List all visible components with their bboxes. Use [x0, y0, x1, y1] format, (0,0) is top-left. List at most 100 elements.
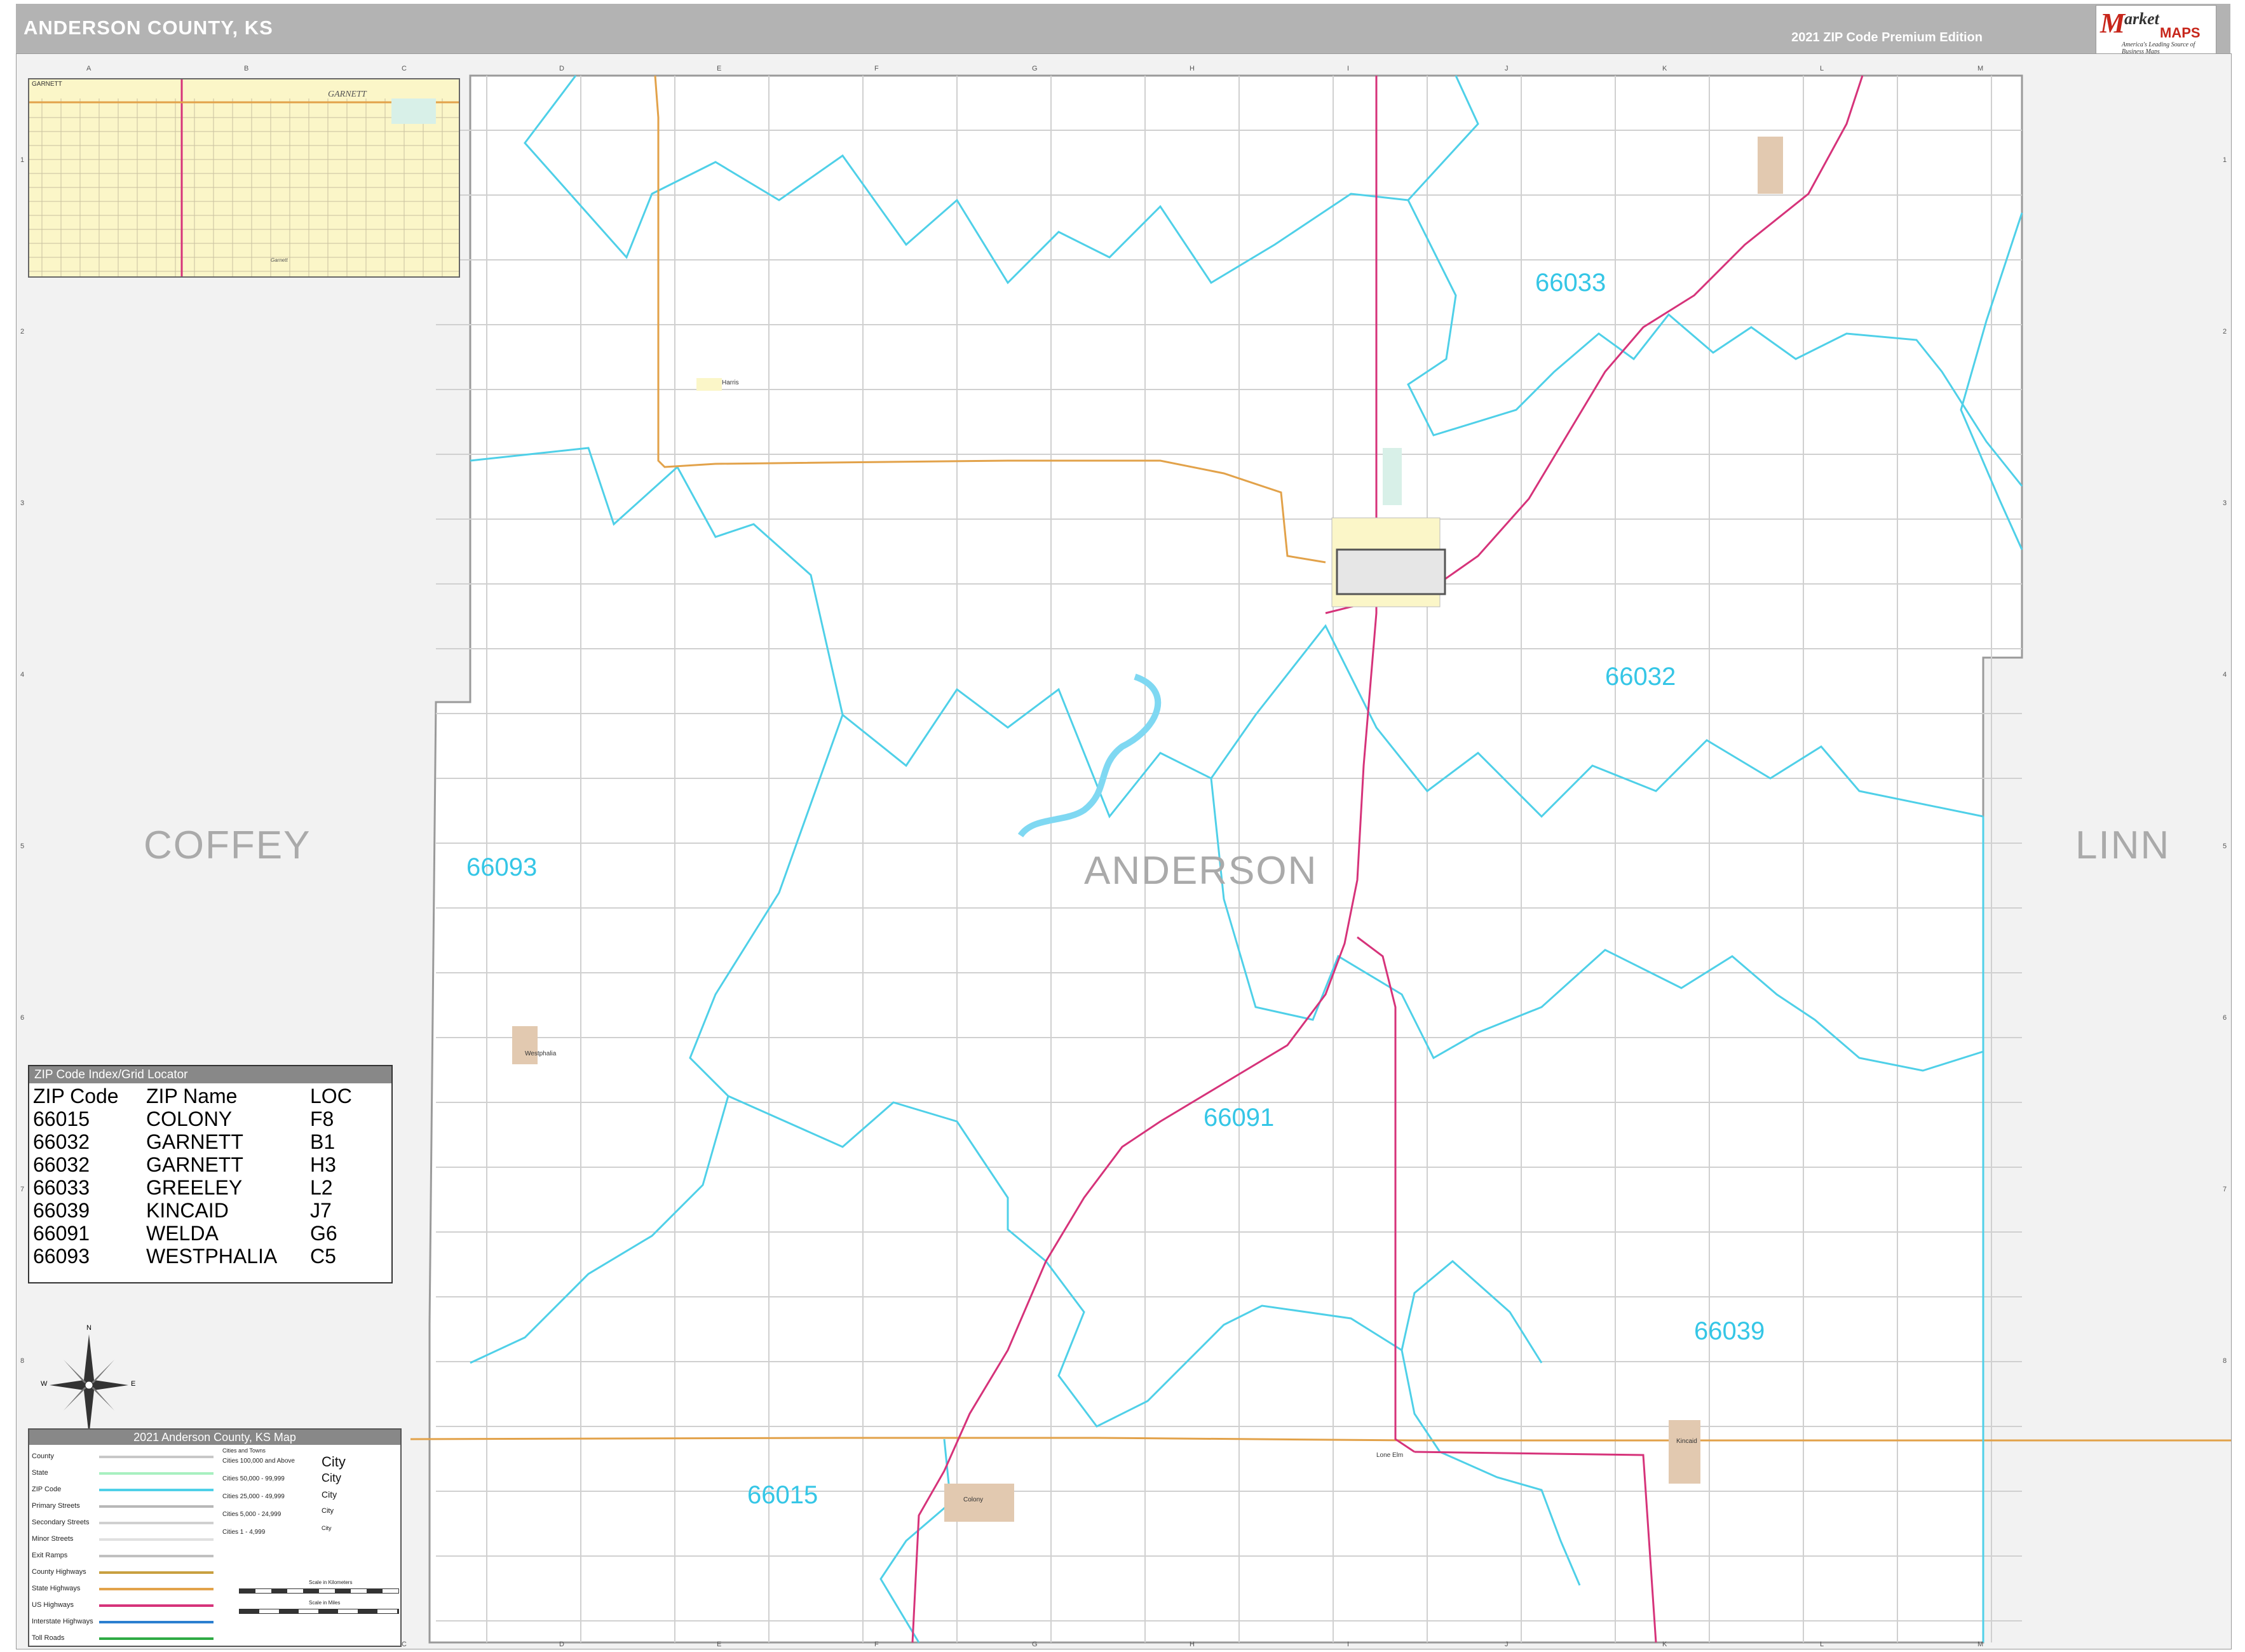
zip-index-header-name: ZIP Name: [146, 1085, 238, 1107]
grid-row-label: 4: [2223, 671, 2227, 679]
grid-row-label: 6: [20, 1014, 24, 1022]
zip-label-66091: 66091: [1204, 1104, 1275, 1132]
grid-col-label: J: [1505, 1641, 1509, 1648]
zip-code-cell: 66039: [33, 1199, 90, 1222]
county-label-coffey: COFFEY: [144, 823, 311, 867]
legend-city-sample: City: [322, 1489, 337, 1500]
town-label-kincaid: Kincaid: [1676, 1438, 1697, 1445]
zip-name-cell: COLONY: [146, 1107, 233, 1130]
grid-row-label: 3: [20, 499, 24, 507]
grid-row-label: 2: [20, 328, 24, 335]
zip-index-row: 66093 WESTPHALIA C5: [31, 1245, 355, 1268]
grid-col-label: I: [1347, 65, 1349, 72]
grid-col-label: K: [1662, 65, 1667, 72]
grid-row-label: 5: [20, 843, 24, 850]
compass-w: W: [41, 1380, 48, 1388]
grid-row-label: 1: [2223, 156, 2227, 164]
zip-index-header-loc: LOC: [310, 1085, 352, 1107]
legend-item-label: County: [32, 1452, 54, 1460]
legend-item-label: Exit Ramps: [32, 1552, 68, 1559]
zip-label-66093: 66093: [466, 853, 538, 881]
lake-garnett: [1383, 448, 1402, 505]
legend-city-size: Cities 50,000 - 99,999: [222, 1475, 285, 1482]
legend-city-size: Cities 25,000 - 49,999: [222, 1493, 285, 1500]
grid-col-label: F: [874, 1641, 879, 1648]
zip-code-cell: 66032: [33, 1130, 90, 1153]
legend-city-sample: City: [322, 1472, 341, 1484]
legend-item-swatch: [99, 1555, 214, 1557]
grid-row-label: 4: [20, 671, 24, 679]
grid-col-label: D: [559, 1641, 564, 1648]
legend-city-sample: City: [322, 1525, 332, 1531]
compass-rose: N S E W: [41, 1324, 136, 1445]
compass-n: N: [86, 1324, 92, 1332]
garnett-inset-map[interactable]: GARNETT GARNETT Garnett: [28, 78, 460, 278]
zip-loc-cell: G6: [310, 1222, 337, 1245]
zip-name-cell: KINCAID: [146, 1199, 229, 1222]
zip-index-grid: ZIP Code ZIP Name LOC 66015 COLONY F8 66032…: [31, 1085, 355, 1268]
legend-item-swatch: [99, 1571, 214, 1574]
town-label-lone-elm: Lone Elm: [1376, 1452, 1404, 1459]
legend-item-swatch: [99, 1522, 214, 1524]
legend-item-swatch: [99, 1588, 214, 1590]
legend-city-sample: City: [322, 1507, 334, 1515]
grid-row-label: 2: [2223, 328, 2227, 335]
zip-index-header-zip: ZIP Code: [33, 1085, 119, 1107]
zip-loc-cell: F8: [310, 1107, 334, 1130]
grid-row-label: 8: [2223, 1357, 2227, 1365]
compass-e: E: [131, 1380, 136, 1388]
zip-label-66015: 66015: [747, 1481, 818, 1509]
legend-city-size: Cities 100,000 and Above: [222, 1458, 295, 1465]
legend-item-label: Toll Roads: [32, 1634, 65, 1642]
zip-name-cell: GARNETT: [146, 1153, 243, 1176]
legend-city-sample: City: [322, 1454, 346, 1470]
grid-row-label: 6: [2223, 1014, 2227, 1022]
grid-row-label: 5: [2223, 843, 2227, 850]
inset-street-label: Garnett: [271, 257, 288, 263]
legend-item-swatch: [99, 1456, 214, 1458]
grid-col-label: G: [1032, 65, 1038, 72]
market-maps-logo[interactable]: M arket MAPS America's Leading Source of…: [2096, 5, 2216, 55]
grid-col-label: G: [1032, 1641, 1038, 1648]
grid-row-label: 7: [2223, 1186, 2227, 1193]
grid-col-label: H: [1190, 1641, 1195, 1648]
town-label-harris: Harris: [722, 379, 739, 386]
logo-top: arket: [2124, 10, 2159, 28]
county-label-anderson: ANDERSON: [1084, 849, 1318, 893]
legend-item-label: County Highways: [32, 1568, 86, 1576]
legend-item-label: State: [32, 1469, 48, 1477]
grid-col-label: E: [717, 1641, 721, 1648]
legend-item-label: State Highways: [32, 1585, 81, 1592]
zip-index-row: 66033 GREELEY L2: [31, 1176, 355, 1199]
zip-label-66039: 66039: [1694, 1317, 1765, 1345]
grid-col-label: K: [1662, 1641, 1667, 1648]
zip-name-cell: GARNETT: [146, 1130, 243, 1153]
westphalia-town: [512, 1026, 538, 1064]
grid-col-label: J: [1505, 65, 1509, 72]
grid-row-label: 7: [20, 1186, 24, 1193]
zip-name-cell: WESTPHALIA: [146, 1245, 278, 1268]
grid-col-label: I: [1347, 1641, 1349, 1648]
zip-name-cell: GREELEY: [146, 1176, 243, 1199]
grid-col-label: C: [402, 1641, 407, 1648]
grid-col-label: E: [717, 65, 721, 72]
grid-row-label: 1: [20, 156, 24, 164]
zip-code-cell: 66091: [33, 1222, 90, 1245]
grid-row-label: 3: [2223, 499, 2227, 507]
zip-label-66032: 66032: [1605, 663, 1676, 691]
legend-item-label: Minor Streets: [32, 1535, 74, 1543]
zip-loc-cell: H3: [310, 1153, 336, 1176]
compass-icon: [50, 1334, 128, 1436]
grid-col-label: H: [1190, 65, 1195, 72]
grid-col-label: A: [86, 65, 92, 72]
harris-town: [696, 378, 722, 391]
grid-col-label: L: [1820, 65, 1824, 72]
zip-loc-cell: B1: [310, 1130, 336, 1153]
grid-col-label: M: [1977, 1641, 1983, 1648]
map-frame[interactable]: AABBCCDDEEFFGGHHIIJJKKLLMM 1122334455667…: [16, 53, 2232, 1649]
legend-cities-title: Cities and Towns: [222, 1447, 266, 1454]
zip-label-66033: 66033: [1535, 269, 1606, 297]
grid-row-label: 8: [20, 1357, 24, 1365]
legend-item-label: US Highways: [32, 1601, 74, 1609]
legend-item-swatch: [99, 1604, 214, 1607]
